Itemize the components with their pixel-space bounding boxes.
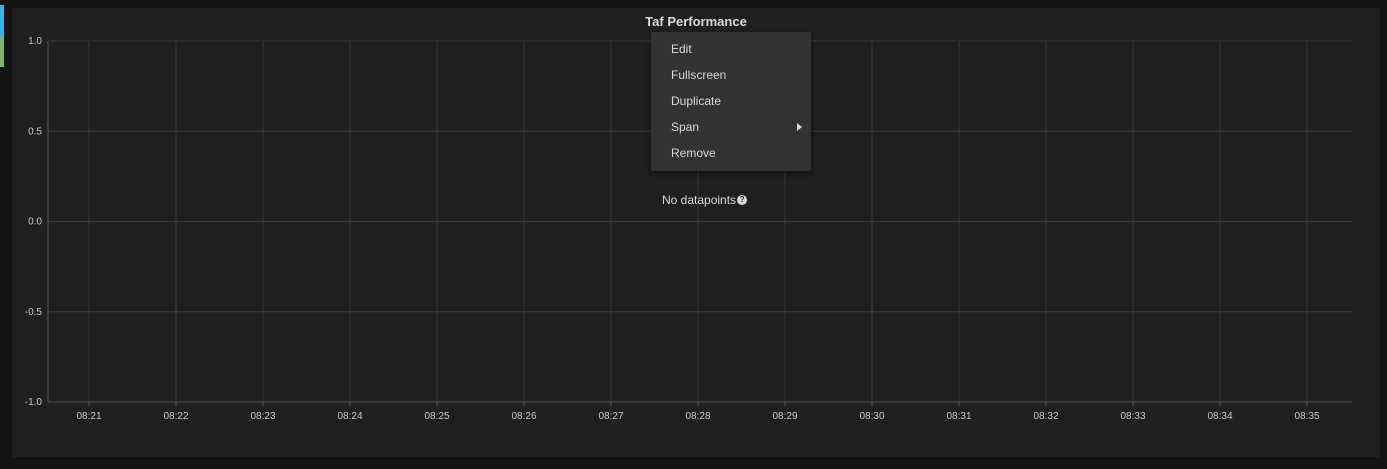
question-circle-icon[interactable]: ? [737, 195, 748, 205]
x-tick-label: 08:35 [1294, 411, 1319, 422]
menu-item-duplicate[interactable]: Duplicate [651, 88, 811, 114]
x-tick-label: 08:22 [163, 411, 188, 422]
x-tick-label: 08:29 [772, 411, 797, 422]
row-accent-bottom [0, 37, 4, 67]
x-tick-label: 08:27 [598, 411, 623, 422]
y-tick-label: 0.5 [28, 126, 42, 137]
caret-right-icon [797, 123, 802, 131]
menu-item-label: Span [671, 120, 700, 134]
x-tick-label: 08:31 [946, 411, 971, 422]
y-tick-label: -1.0 [25, 397, 43, 408]
menu-item-edit[interactable]: Edit [651, 36, 811, 62]
row-accent-top [0, 5, 4, 37]
menu-item-label: Edit [671, 42, 692, 56]
x-tick-label: 08:26 [511, 411, 536, 422]
x-tick-label: 08:32 [1033, 411, 1058, 422]
y-tick-label: 1.0 [28, 36, 42, 47]
menu-item-fullscreen[interactable]: Fullscreen [651, 62, 811, 88]
y-tick-label: -0.5 [25, 307, 43, 318]
row-collapse-accent[interactable] [0, 5, 4, 67]
menu-item-label: Fullscreen [671, 68, 727, 82]
x-tick-label: 08:21 [76, 411, 101, 422]
y-tick-label: 0.0 [28, 217, 42, 228]
panel-title[interactable]: Taf Performance [12, 14, 1380, 29]
x-tick-label: 08:34 [1207, 411, 1232, 422]
menu-item-remove[interactable]: Remove [651, 140, 811, 166]
menu-item-label: Remove [671, 146, 716, 160]
menu-item-label: Duplicate [671, 94, 722, 108]
no-datapoints-text: No datapoints [662, 193, 737, 207]
x-tick-label: 08:23 [250, 411, 275, 422]
menu-item-span[interactable]: Span [651, 114, 811, 140]
graph-panel: 1.0 0.5 0.0 -0.5 -1.0 08:21 08:22 08:23 08:24 08:… [12, 8, 1380, 457]
x-tick-label: 08:25 [424, 411, 449, 422]
x-tick-label: 08:28 [685, 411, 710, 422]
no-datapoints-message: No datapoints ? [662, 193, 748, 207]
x-tick-label: 08:33 [1120, 411, 1145, 422]
panel-context-menu: Edit Fullscreen Duplicate Span Remove [651, 32, 811, 171]
x-tick-label: 08:24 [337, 411, 362, 422]
x-tick-label: 08:30 [859, 411, 884, 422]
